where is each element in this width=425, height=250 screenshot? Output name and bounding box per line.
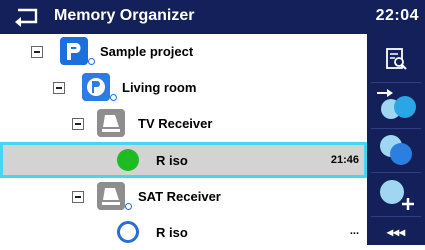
measurement-time: 21:46: [330, 154, 359, 166]
tree-label-measurement: R iso: [156, 153, 188, 168]
node-dot-icon: [125, 203, 132, 210]
clone-icon: [380, 135, 412, 165]
divider: [371, 172, 421, 173]
divider: [371, 128, 421, 129]
view-results-icon: [386, 48, 407, 70]
collapse-icon[interactable]: [31, 46, 43, 58]
collapse-icon[interactable]: [72, 118, 84, 130]
memory-tree: Sample project Living room TV Receiver R…: [0, 34, 367, 245]
tree-row-project[interactable]: Sample project: [0, 34, 367, 69]
device-icon: [97, 109, 125, 137]
more-options-icon: ◂◂◂: [386, 224, 406, 239]
collapse-icon[interactable]: [53, 82, 65, 94]
tree-label-device: SAT Receiver: [138, 189, 221, 204]
tree-label-measurement: R iso: [156, 225, 188, 240]
copy-node-button[interactable]: [367, 84, 425, 126]
more-options-button[interactable]: ◂◂◂: [367, 218, 425, 245]
node-dot-icon: [88, 58, 95, 65]
clock: 22:04: [375, 7, 419, 24]
action-sidebar: ◂◂◂: [367, 34, 425, 245]
add-measurement-icon: [380, 180, 414, 210]
pass-status-icon: [117, 149, 139, 171]
tree-label-project: Sample project: [100, 44, 194, 59]
copy-node-icon: [377, 89, 416, 119]
back-icon[interactable]: [14, 7, 40, 27]
page-title: Memory Organizer: [54, 7, 195, 24]
title-bar: Memory Organizer 22:04: [0, 0, 425, 34]
clone-button[interactable]: [367, 130, 425, 170]
project-icon: [60, 37, 88, 65]
room-icon: [82, 73, 110, 101]
divider: [371, 216, 421, 217]
tree-label-device: TV Receiver: [138, 116, 213, 131]
node-dot-icon: [110, 94, 117, 101]
device-icon: [97, 182, 125, 210]
empty-status-icon: [117, 221, 139, 243]
divider: [371, 82, 421, 83]
tree-row-room[interactable]: Living room: [0, 70, 367, 105]
tree-label-room: Living room: [122, 80, 197, 95]
tree-row-device[interactable]: SAT Receiver: [0, 179, 367, 214]
add-measurement-button[interactable]: [367, 174, 425, 214]
measurement-time: ...: [349, 225, 359, 237]
collapse-icon[interactable]: [72, 191, 84, 203]
view-results-button[interactable]: [367, 42, 425, 76]
tree-row-device[interactable]: TV Receiver: [0, 106, 367, 141]
tree-row-measurement-selected[interactable]: R iso 21:46: [0, 142, 367, 178]
